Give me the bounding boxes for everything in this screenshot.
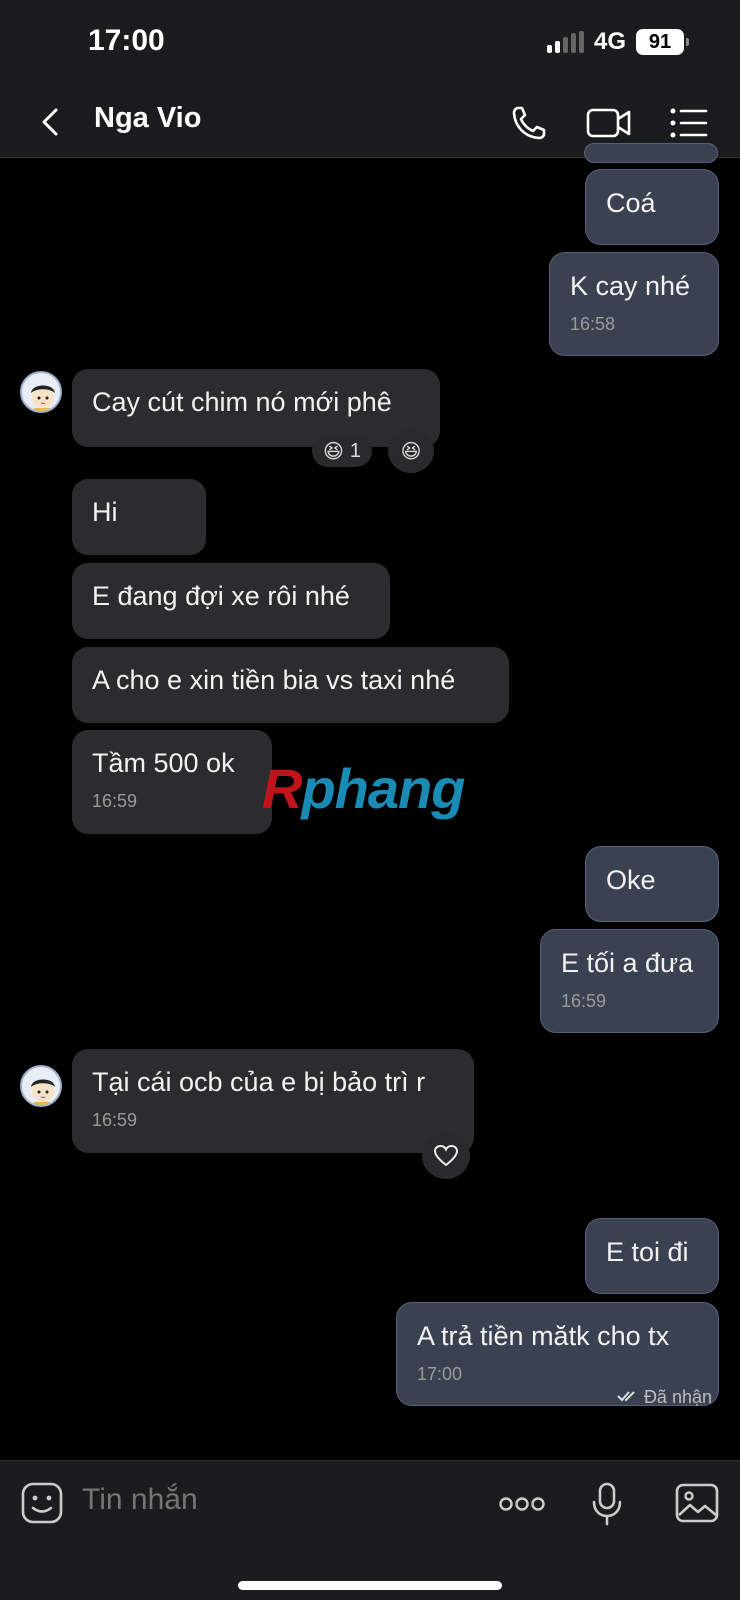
- heart-reaction-button[interactable]: [422, 1133, 470, 1179]
- message-text: Oke: [606, 865, 656, 895]
- phone-call-icon[interactable]: [506, 100, 552, 146]
- message-bubble-incoming[interactable]: Cay cút chim nó mới phê: [72, 369, 440, 447]
- sticker-icon[interactable]: [20, 1481, 64, 1530]
- message-bubble-outgoing[interactable]: K cay nhé 16:58: [549, 252, 719, 356]
- message-list[interactable]: Coá K cay nhé 16:58 Cay cút chim nó mới …: [0, 143, 740, 1459]
- message-time: 16:59: [92, 791, 138, 811]
- delivery-status: Đã nhận: [617, 1387, 712, 1408]
- watermark-logo: Rphang: [262, 757, 465, 820]
- message-bubble-partial[interactable]: [584, 143, 718, 163]
- message-bubble-outgoing[interactable]: E tối a đưa 16:59: [540, 929, 719, 1033]
- heart-icon: [433, 1144, 459, 1167]
- microphone-icon[interactable]: [590, 1481, 624, 1532]
- message-text: Tầm 500 ok: [92, 748, 235, 778]
- message-text: Coá: [606, 188, 656, 218]
- message-input[interactable]: [82, 1483, 462, 1517]
- laugh-emoji-icon: 😆: [400, 440, 422, 463]
- network-type: 4G: [593, 28, 626, 55]
- delivery-status-text: Đã nhận: [643, 1387, 712, 1407]
- double-check-icon: [617, 1391, 635, 1402]
- message-bubble-incoming[interactable]: A cho e xin tiền bia vs taxi nhé: [72, 647, 509, 723]
- message-text: E đang đợi xe rôi nhé: [92, 581, 350, 611]
- message-text: E tối a đưa: [561, 948, 694, 978]
- message-text: A cho e xin tiền bia vs taxi nhé: [92, 665, 456, 695]
- message-text: Tại cái ocb của e bị bảo trì r: [92, 1067, 426, 1097]
- image-gallery-icon[interactable]: [674, 1481, 720, 1530]
- message-text: E toi đi: [606, 1237, 689, 1267]
- video-call-icon[interactable]: [584, 100, 634, 146]
- message-text: A trả tiền mătk cho tx: [417, 1321, 670, 1351]
- home-indicator[interactable]: [238, 1581, 502, 1590]
- message-bubble-incoming[interactable]: Tầm 500 ok 16:59: [72, 730, 272, 834]
- message-bubble-incoming[interactable]: Hi: [72, 479, 206, 555]
- signal-icon: [546, 31, 584, 53]
- menu-list-icon[interactable]: [666, 100, 712, 146]
- message-bubble-outgoing[interactable]: E toi đi: [585, 1218, 719, 1294]
- message-text: K cay nhé: [570, 271, 691, 301]
- message-composer: [0, 1460, 740, 1600]
- react-button[interactable]: 😆: [388, 429, 434, 473]
- contact-name[interactable]: Nga Vio: [94, 102, 201, 135]
- message-text: Hi: [92, 497, 118, 527]
- reaction-count: 1: [349, 439, 361, 462]
- reaction-summary[interactable]: 😆 1: [312, 435, 372, 467]
- message-time: 16:59: [561, 991, 607, 1011]
- message-bubble-outgoing[interactable]: Coá: [585, 169, 719, 245]
- message-bubble-incoming[interactable]: Tại cái ocb của e bị bảo trì r 16:59: [72, 1049, 474, 1153]
- message-text: Cay cút chim nó mới phê: [92, 387, 392, 417]
- message-time: 16:59: [92, 1110, 138, 1130]
- message-time: 17:00: [417, 1364, 463, 1384]
- back-icon[interactable]: [32, 102, 72, 142]
- status-indicators: 4G 91: [546, 28, 689, 56]
- status-bar: 17:00 4G 91: [0, 0, 740, 88]
- battery-icon: 91: [636, 29, 689, 55]
- message-bubble-incoming[interactable]: E đang đợi xe rôi nhé: [72, 563, 390, 639]
- laugh-emoji-icon: 😆: [323, 440, 344, 463]
- contact-avatar[interactable]: [20, 1065, 62, 1107]
- message-time: 16:58: [570, 314, 616, 334]
- more-options-icon[interactable]: [498, 1495, 546, 1518]
- message-bubble-outgoing[interactable]: Oke: [585, 846, 719, 922]
- contact-avatar[interactable]: [20, 371, 62, 413]
- status-time: 17:00: [88, 24, 165, 57]
